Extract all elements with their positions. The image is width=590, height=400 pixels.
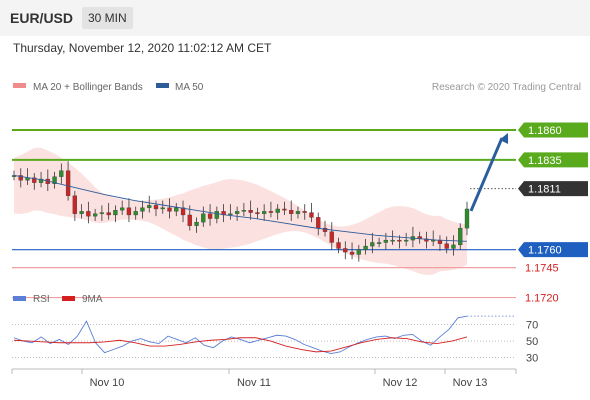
candle-body [59,170,64,177]
legend-swatch-ma20 [13,83,26,88]
candle-body [194,221,199,226]
candle-body [376,242,382,244]
candle-body [343,248,348,253]
candle-body [451,244,456,249]
candle-body [241,210,247,212]
level-text-pivot: 1.1760 [528,245,562,257]
candle-body [248,210,253,213]
x-tick-label: Nov 13 [453,377,488,389]
legend-rsi-label: RSI [33,294,50,305]
level-label-pivot: 1.1760 [518,242,588,258]
candle-body [160,207,165,210]
x-tick-label: Nov 10 [90,377,125,389]
legend-9ma-label: 9MA [82,294,103,305]
candle-body [329,231,334,243]
candle-body [458,227,463,246]
rsi-line [13,315,468,354]
level-text-s1: 1.1745 [525,263,559,275]
level-label-r2: 1.1835 [518,152,588,168]
candle-body [349,251,355,255]
level-text-s2: 1.1720 [525,293,559,305]
candle-body [234,211,240,214]
candle-body [444,243,449,249]
level-label-r1: 1.1860 [518,122,588,138]
candle-body [79,211,84,214]
chart-svg: MA 20 + Bollinger Bands MA 50 Research ©… [11,82,588,389]
candle-body [363,245,368,250]
candle-body [397,239,402,242]
candle-body [316,217,321,229]
candle-body [309,212,314,218]
candle-body [295,211,301,214]
candle-body [106,212,111,216]
rsi-level-label: 70 [526,319,538,331]
candle-body [174,207,179,212]
candle-body [120,207,125,211]
candle-body [289,210,294,214]
x-axis-ticks: Nov 10 Nov 11 Nov 12 Nov 13 [11,369,517,389]
x-tick-label: Nov 11 [237,377,271,389]
level-text-r2: 1.1835 [528,155,562,167]
candle-body [275,208,280,213]
candle-body [228,213,233,216]
candle-body [464,208,470,229]
candle-body [207,213,213,219]
rsi-level-label: 30 [526,353,538,365]
candle-body [255,212,260,214]
candle-body [92,213,98,217]
candle-body [383,239,389,243]
candle-body [262,211,267,214]
candle-body [201,213,206,223]
chart-frame: EUR/USD 30 MIN Thursday, November 12, 20… [0,0,590,400]
candle-body [140,207,145,212]
level-text-last: 1.1811 [528,184,561,196]
candle-body [302,211,307,213]
x-tick-label: Nov 12 [383,377,418,389]
candle-body [147,205,152,208]
rsi-level-label: 50 [526,336,538,348]
candle-body [133,211,138,216]
level-text-r1: 1.1860 [528,125,562,137]
candle-body [356,249,361,255]
legend-ma20-label: MA 20 + Bollinger Bands [33,82,143,93]
candle-body [167,207,172,212]
candle-body [65,170,71,196]
candle-body [153,205,159,210]
legend-swatch-ma50 [156,83,169,88]
legend-swatch-rsi [13,296,26,301]
candle-body [403,239,409,242]
credit-text: Research © 2020 Trading Central [432,82,581,93]
forecast-arrow [469,137,504,212]
candle-body [214,211,219,219]
candle-body [126,207,132,216]
candle-body [370,242,375,247]
candle-body [268,211,274,213]
candle-body [336,242,341,249]
candle-body [86,211,91,217]
legend-swatch-9ma [62,296,75,301]
candle-body [282,208,287,211]
candle-body [99,212,105,214]
candle-body [187,214,192,226]
candle-body [72,195,78,214]
candle-body [390,239,395,242]
candle-body [113,210,118,216]
level-label-last: 1.1811 [518,181,588,197]
legend-ma50-label: MA 50 [175,82,204,93]
